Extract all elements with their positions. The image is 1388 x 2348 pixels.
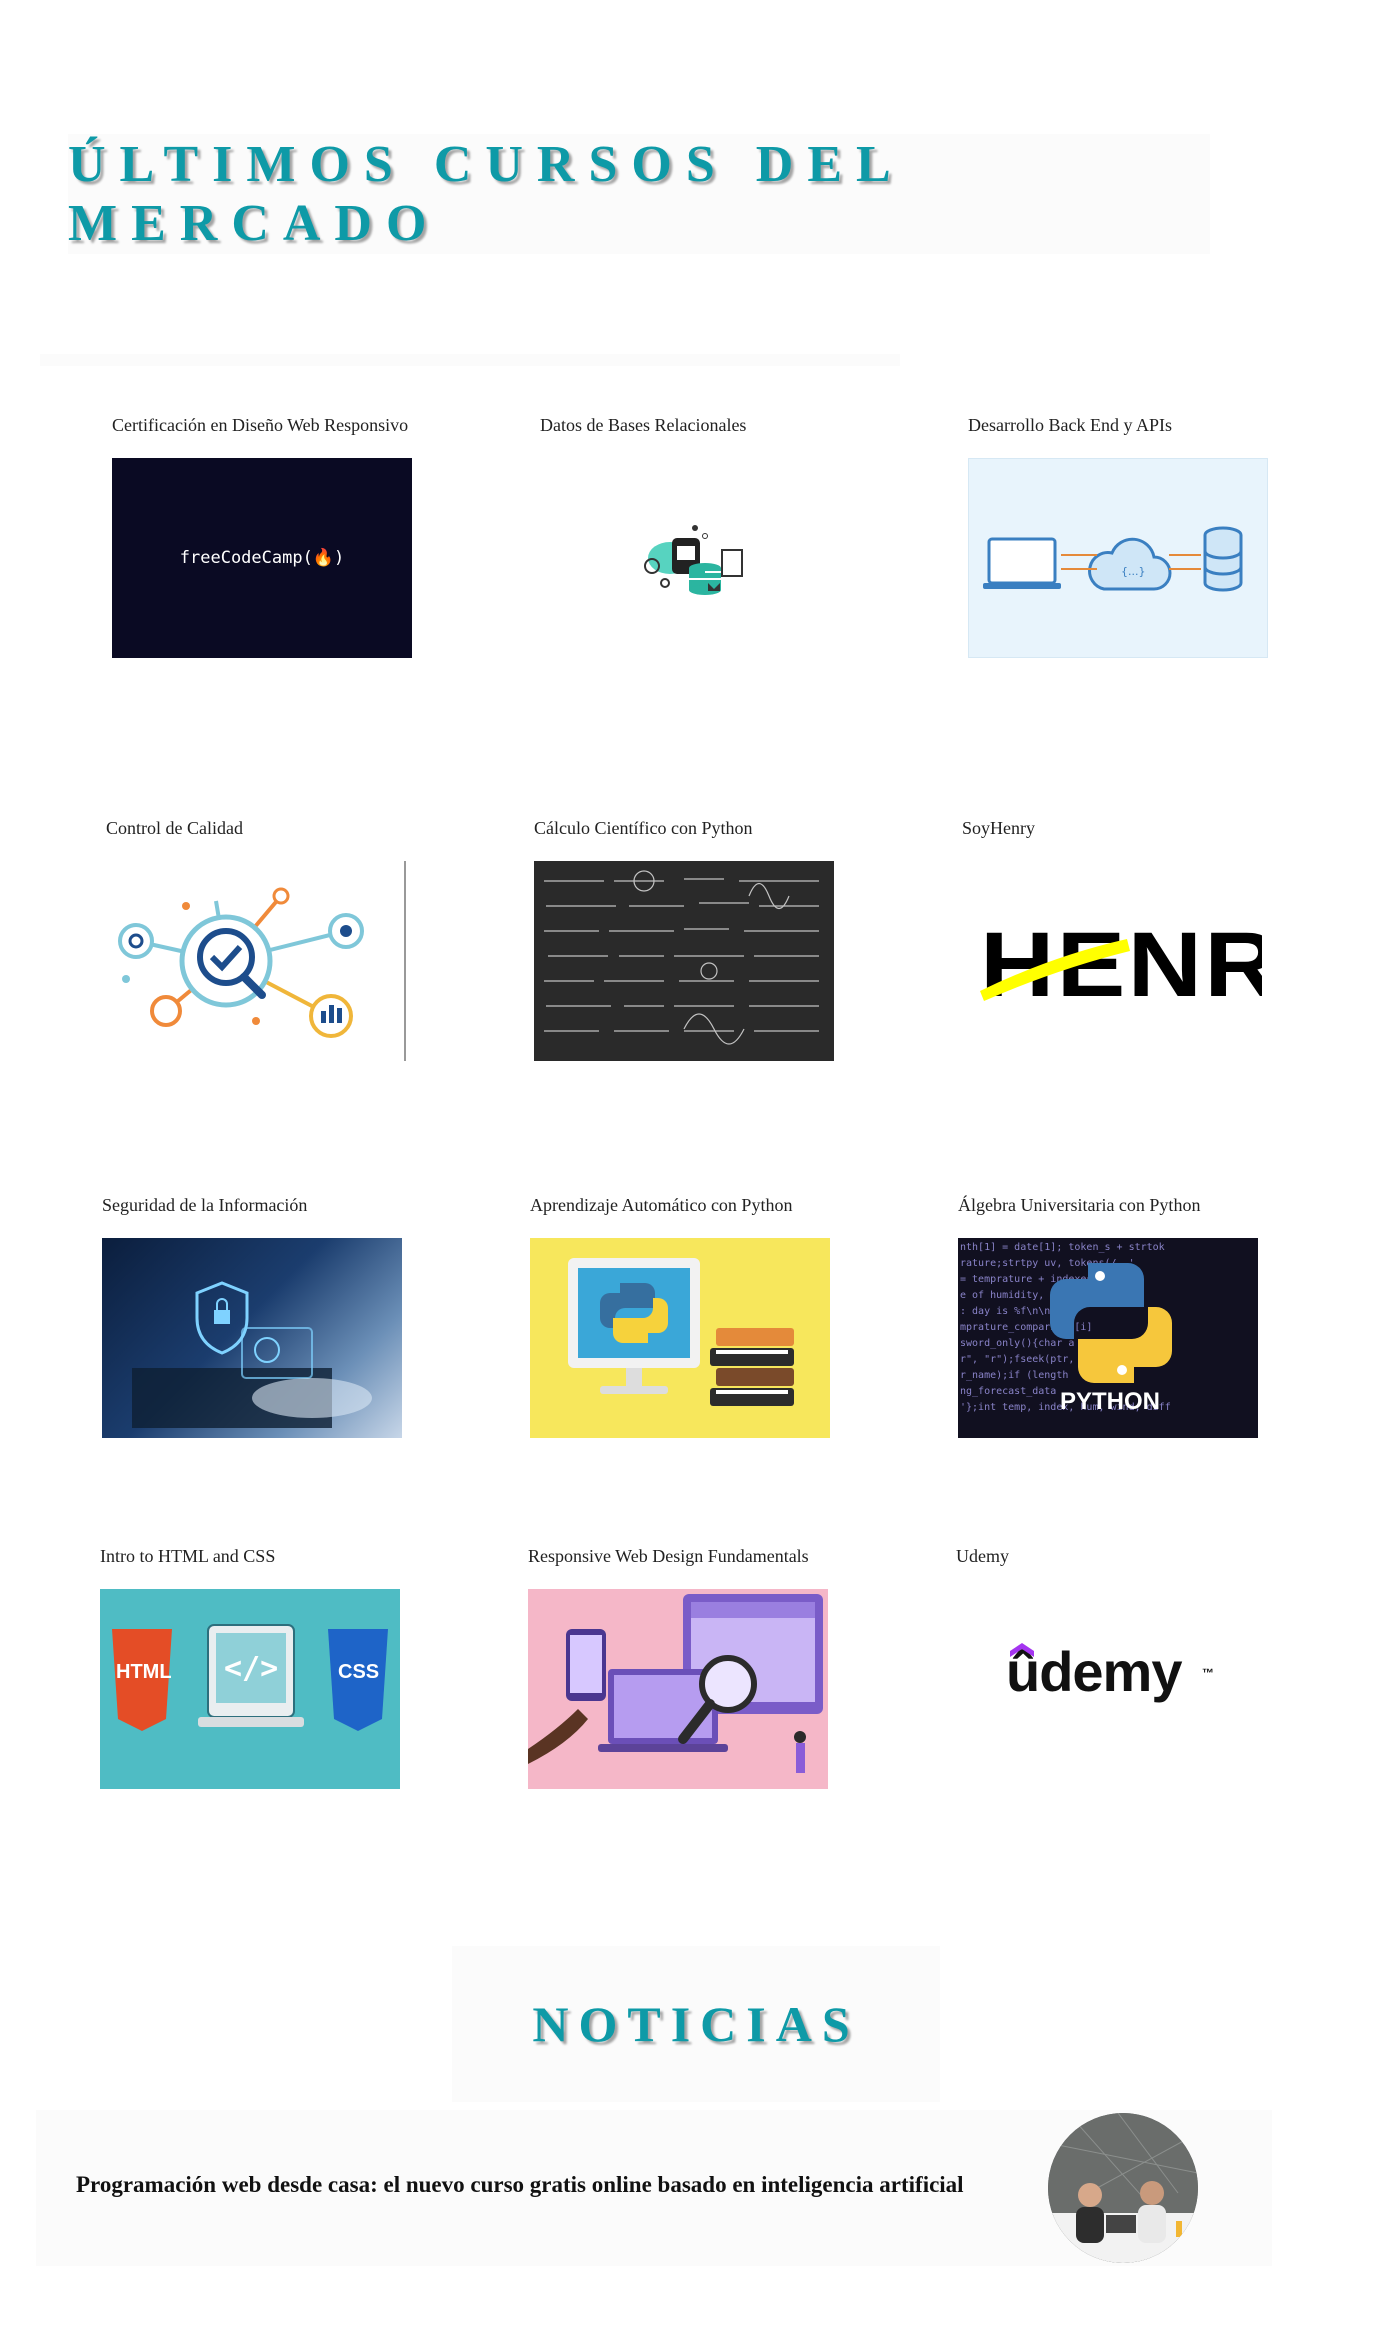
course-card[interactable]: Desarrollo Back End y APIs {...} <box>968 412 1298 658</box>
html-css-badges-icon <box>112 1624 388 1731</box>
course-card[interactable]: SoyHenry HENRY <box>962 815 1292 1061</box>
course-title[interactable]: Udemy <box>956 1543 1286 1569</box>
news-headline[interactable]: Programación web desde casa: el nuevo cu… <box>76 2172 964 2198</box>
freecodecamp-thumbnail[interactable]: freeCodeCamp(🔥) <box>112 458 412 658</box>
svg-text:™: ™ <box>1202 1666 1214 1680</box>
course-card[interactable]: Seguridad de la Información <box>102 1192 432 1438</box>
news-card[interactable]: Programación web desde casa: el nuevo cu… <box>36 2110 1272 2266</box>
database-thumbnail[interactable] <box>540 458 840 658</box>
svg-text:: day is %f\n\n: : day is %f\n\n <box>960 1306 1050 1317</box>
html-css-thumbnail[interactable]: HTML </> CSS <box>100 1589 400 1789</box>
database-illustration-icon <box>644 525 743 595</box>
svg-text:r_name);if (length: r_name);if (length <box>960 1370 1068 1381</box>
chalkboard-equations-icon <box>544 870 819 1045</box>
course-card[interactable]: Control de Calidad <box>106 815 436 1061</box>
henry-thumbnail[interactable]: HENRY <box>962 861 1262 1061</box>
freecodecamp-logo: freeCodeCamp(🔥) <box>179 548 345 568</box>
security-shield-icon <box>132 1281 372 1428</box>
course-card[interactable]: Datos de Bases Relacionales <box>540 412 870 658</box>
responsive-design-thumbnail[interactable] <box>528 1589 828 1789</box>
course-card[interactable]: Intro to HTML and CSS HTML </> CSS <box>100 1543 430 1789</box>
course-title[interactable]: Seguridad de la Información <box>102 1192 432 1218</box>
course-title[interactable]: Cálculo Científico con Python <box>534 815 864 841</box>
course-title[interactable]: Datos de Bases Relacionales <box>540 412 870 438</box>
svg-text:ng_forecast_data: ng_forecast_data <box>960 1386 1056 1397</box>
course-card[interactable]: Responsive Web Design Fundamentals <box>528 1543 858 1789</box>
course-card[interactable]: Cálculo Científico con Python <box>534 815 864 1061</box>
divider <box>40 354 900 366</box>
quality-network-icon <box>118 887 364 1038</box>
course-card[interactable]: Certificación en Diseño Web Responsivo f… <box>112 412 442 658</box>
section-title: ÚLTIMOS CURSOS DEL MERCADO <box>68 136 902 252</box>
course-title[interactable]: Aprendizaje Automático con Python <box>530 1192 860 1218</box>
css-label: CSS <box>338 1661 380 1683</box>
svg-text:sword_only(){char a: sword_only(){char a <box>960 1338 1074 1349</box>
python-monitor-books-icon <box>568 1258 794 1406</box>
courses-banner: ÚLTIMOS CURSOS DEL MERCADO <box>68 134 1210 254</box>
course-title[interactable]: SoyHenry <box>962 815 1292 841</box>
news-banner: NOTICIAS <box>452 1946 940 2102</box>
course-title[interactable]: Control de Calidad <box>106 815 436 841</box>
python-algebra-thumbnail[interactable]: nth[1] = date[1]; token_s + strtok ratur… <box>958 1238 1258 1438</box>
responsive-devices-icon <box>528 1594 823 1773</box>
news-thumbnail-avatar[interactable] <box>1048 2113 1198 2263</box>
backend-api-thumbnail[interactable]: {...} <box>968 458 1268 658</box>
course-title[interactable]: Álgebra Universitaria con Python <box>958 1192 1288 1218</box>
course-title[interactable]: Desarrollo Back End y APIs <box>968 412 1298 438</box>
api-braces-label: {...} <box>1121 565 1146 578</box>
api-diagram-icon <box>983 526 1243 592</box>
udemy-hat-icon: ™ <box>1010 1643 1214 1680</box>
page: ÚLTIMOS CURSOS DEL MERCADO Certificación… <box>0 0 1388 2348</box>
course-title[interactable]: Certificación en Diseño Web Responsivo <box>112 412 442 438</box>
chalkboard-thumbnail[interactable] <box>534 861 834 1061</box>
henry-swoosh-icon <box>980 939 1130 1001</box>
news-photo-icon <box>1048 2113 1198 2263</box>
html-label: HTML <box>116 1661 172 1683</box>
course-title[interactable]: Responsive Web Design Fundamentals <box>528 1543 858 1569</box>
news-title: NOTICIAS <box>532 1996 860 2052</box>
svg-text:nth[1] = date[1]; token_s + st: nth[1] = date[1]; token_s + strtok <box>960 1242 1165 1253</box>
udemy-thumbnail[interactable]: ûdemy ™ <box>956 1589 1256 1789</box>
quality-control-thumbnail[interactable] <box>106 861 406 1061</box>
course-card[interactable]: Álgebra Universitaria con Python nth[1] … <box>958 1192 1288 1438</box>
security-thumbnail[interactable] <box>102 1238 402 1438</box>
python-wordmark: PYTHON <box>1060 1388 1161 1415</box>
machine-learning-thumbnail[interactable] <box>530 1238 830 1438</box>
course-card[interactable]: Aprendizaje Automático con Python <box>530 1192 860 1438</box>
code-brackets-label: </> <box>224 1651 279 1686</box>
course-title[interactable]: Intro to HTML and CSS <box>100 1543 430 1569</box>
course-card[interactable]: Udemy ûdemy ™ <box>956 1543 1286 1789</box>
